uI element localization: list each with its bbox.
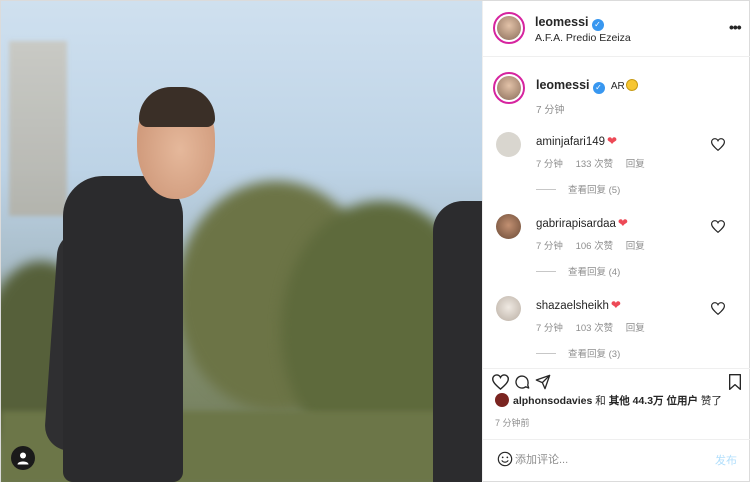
comment-bubble-icon[interactable] bbox=[514, 374, 530, 390]
reply-dash bbox=[536, 353, 556, 354]
view-replies-button[interactable]: 查看回复 (5) bbox=[536, 182, 620, 196]
view-replies-label: 查看回复 (5) bbox=[568, 185, 621, 196]
tagged-users-button[interactable] bbox=[11, 446, 35, 470]
instagram-post: leomessi ✓ A.F.A. Predio Ezeiza ••• leome… bbox=[0, 0, 750, 482]
post-comment-button[interactable]: 发布 bbox=[715, 452, 737, 468]
red-heart-emoji-icon: ❤ bbox=[607, 134, 618, 148]
view-replies-button[interactable]: 查看回复 (4) bbox=[536, 264, 620, 278]
caption-username[interactable]: leomessi bbox=[536, 78, 590, 92]
caption-time: 7 分钟 bbox=[536, 105, 565, 116]
post-timestamp[interactable]: 7 分钟前 bbox=[495, 416, 530, 429]
commenter-avatar[interactable] bbox=[496, 214, 521, 239]
comment-like-heart-icon[interactable] bbox=[711, 138, 725, 151]
author-username-row: leomessi ✓ bbox=[535, 15, 604, 31]
post-photo[interactable] bbox=[1, 1, 482, 482]
verified-badge-icon: ✓ bbox=[591, 19, 604, 31]
comment-like-heart-icon[interactable] bbox=[711, 302, 725, 315]
red-heart-emoji-icon: ❤ bbox=[610, 298, 621, 312]
comment-likes[interactable]: 106 次赞 bbox=[576, 241, 614, 252]
comment-like-heart-icon[interactable] bbox=[711, 220, 725, 233]
comment-time: 7 分钟 bbox=[536, 159, 563, 170]
user-icon bbox=[17, 452, 29, 465]
photo-player-hair bbox=[139, 87, 215, 127]
reply-dash bbox=[536, 189, 556, 190]
caption-row: leomessi ✓ AR bbox=[536, 78, 638, 94]
view-replies-label: 查看回复 (4) bbox=[568, 267, 621, 278]
comment-item: gabrirapisardaa ❤ 7 分钟 106 次赞 回复 查看回复 (4) bbox=[483, 214, 750, 294]
comment-item: shazaelsheikh ❤ 7 分钟 103 次赞 回复 查看回复 (3) bbox=[483, 296, 750, 376]
more-options-icon[interactable]: ••• bbox=[729, 19, 742, 35]
commenter-avatar[interactable] bbox=[496, 132, 521, 157]
post-side-pane: leomessi ✓ A.F.A. Predio Ezeiza ••• leome… bbox=[482, 1, 750, 482]
reply-button[interactable]: 回复 bbox=[626, 323, 645, 334]
emoji-picker-icon[interactable] bbox=[497, 451, 513, 467]
share-send-icon[interactable] bbox=[535, 374, 551, 390]
commenter-username[interactable]: shazaelsheikh bbox=[536, 300, 609, 312]
photo-player-body bbox=[63, 176, 183, 482]
view-replies-label: 查看回复 (3) bbox=[568, 349, 621, 360]
author-username[interactable]: leomessi bbox=[535, 15, 589, 29]
likes-summary: alphonsodavies 和 其他 44.3万 位用户 赞了 bbox=[495, 393, 722, 408]
comment-item: aminjafari149 ❤ 7 分钟 133 次赞 回复 查看回复 (5) bbox=[483, 132, 750, 212]
photo-building bbox=[9, 41, 67, 216]
bookmark-save-icon[interactable] bbox=[728, 374, 742, 390]
comment-input[interactable] bbox=[515, 450, 705, 470]
author-avatar[interactable] bbox=[493, 12, 525, 44]
view-replies-button[interactable]: 查看回复 (3) bbox=[536, 346, 620, 360]
photo-other-player bbox=[433, 201, 482, 482]
verified-badge-icon: ✓ bbox=[592, 82, 605, 94]
likes-suffix: 赞了 bbox=[700, 395, 722, 407]
likes-conj: 和 bbox=[595, 395, 606, 407]
like-heart-icon[interactable] bbox=[492, 374, 509, 390]
commenter-username[interactable]: gabrirapisardaa bbox=[536, 218, 616, 230]
likes-others-count[interactable]: 其他 44.3万 位用户 bbox=[609, 395, 698, 407]
comment-likes[interactable]: 103 次赞 bbox=[576, 323, 614, 334]
comment-time: 7 分钟 bbox=[536, 323, 563, 334]
smiley-emoji-icon bbox=[625, 79, 638, 91]
caption-text: AR bbox=[610, 81, 625, 92]
post-actions-bar bbox=[483, 368, 750, 394]
comment-likes[interactable]: 133 次赞 bbox=[576, 159, 614, 170]
add-comment-bar: 发布 bbox=[483, 439, 750, 482]
commenter-avatar[interactable] bbox=[496, 296, 521, 321]
reply-button[interactable]: 回复 bbox=[626, 159, 645, 170]
reply-button[interactable]: 回复 bbox=[626, 241, 645, 252]
post-header: leomessi ✓ A.F.A. Predio Ezeiza ••• bbox=[483, 1, 750, 57]
liker-username[interactable]: alphonsodavies bbox=[513, 395, 592, 407]
red-heart-emoji-icon: ❤ bbox=[617, 216, 628, 230]
reply-dash bbox=[536, 271, 556, 272]
liker-avatar[interactable] bbox=[495, 393, 509, 407]
post-location[interactable]: A.F.A. Predio Ezeiza bbox=[535, 32, 631, 44]
commenter-username[interactable]: aminjafari149 bbox=[536, 136, 605, 148]
comment-time: 7 分钟 bbox=[536, 241, 563, 252]
caption-author-avatar[interactable] bbox=[493, 72, 525, 104]
